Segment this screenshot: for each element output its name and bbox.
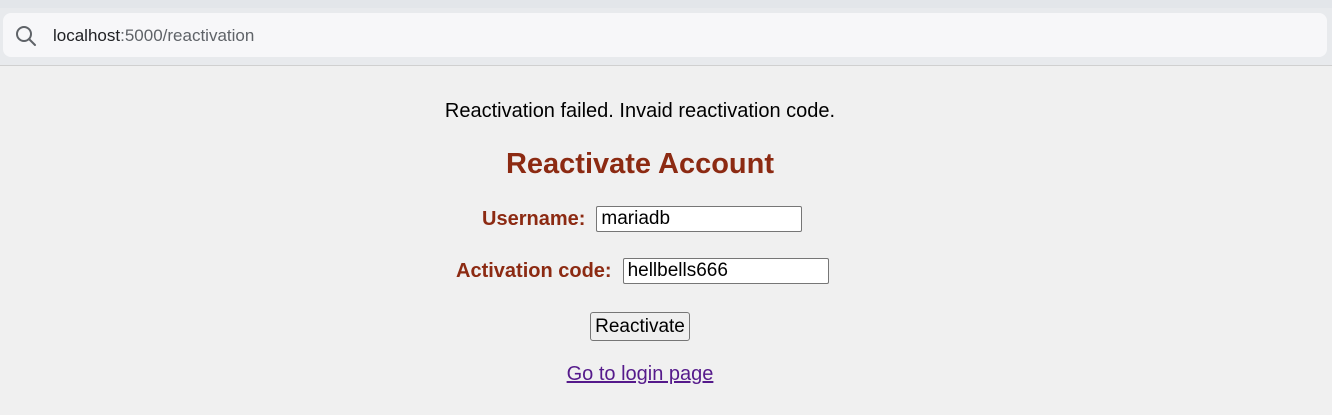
page-content: Reactivation failed. Invaid reactivation… — [0, 66, 1332, 415]
url-path: :5000/reactivation — [120, 26, 255, 45]
login-link-container: Go to login page — [0, 363, 1280, 386]
address-bar[interactable]: localhost:5000/reactivation — [3, 13, 1327, 57]
login-link[interactable]: Go to login page — [567, 363, 714, 385]
activation-code-input[interactable] — [622, 258, 829, 284]
username-label: Username: — [482, 207, 586, 230]
page-title: Reactivate Account — [505, 148, 775, 180]
username-input[interactable] — [596, 206, 803, 232]
reactivate-button[interactable]: Reactivate — [590, 312, 690, 341]
username-row: Username: — [482, 206, 803, 232]
activation-code-label: Activation code: — [456, 259, 612, 282]
tab-strip — [0, 0, 1332, 8]
url-host: localhost — [53, 26, 121, 45]
status-message: Reactivation failed. Invaid reactivation… — [444, 100, 836, 122]
search-icon — [16, 26, 36, 46]
activation-code-row: Activation code: — [456, 258, 829, 284]
url-text[interactable]: localhost:5000/reactivation — [53, 26, 254, 46]
browser-toolbar: localhost:5000/reactivation — [0, 0, 1332, 66]
